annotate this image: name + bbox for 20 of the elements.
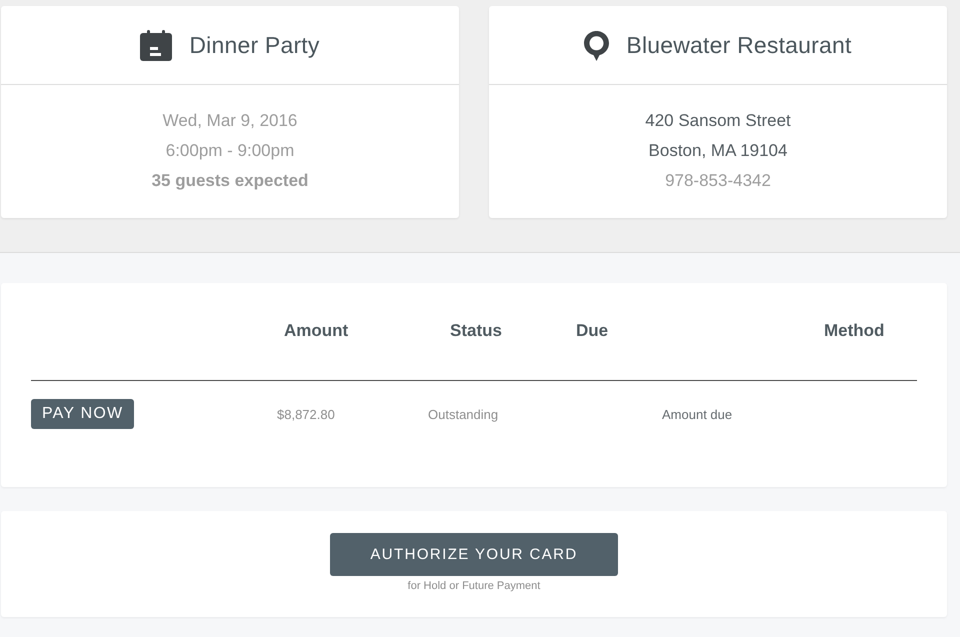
map-pin-icon <box>584 30 610 60</box>
calendar-icon <box>140 30 172 61</box>
card-detail-text: 35 guests expected <box>152 170 308 192</box>
card-detail-text: Boston, MA 19104 <box>648 140 788 162</box>
card-detail-text: Wed, Mar 9, 2016 <box>162 110 298 132</box>
card-detail-text: 420 Sansom Street <box>645 110 791 132</box>
card-title: Bluewater Restaurant <box>626 32 852 59</box>
card-detail-text: 978-853-4342 <box>665 170 771 192</box>
card-detail-text: 6:00pm - 9:00pm <box>166 140 294 162</box>
status-cell: Outstanding <box>428 406 498 422</box>
column-header: Status <box>450 321 502 342</box>
column-header: Amount <box>284 321 348 342</box>
due-cell: Amount due <box>662 406 732 422</box>
column-header: Due <box>576 321 608 342</box>
authorize-card-button[interactable]: AUTHORIZE YOUR CARD <box>330 533 618 576</box>
pay-now-button[interactable]: PAY NOW <box>31 399 134 429</box>
authorize-caption: for Hold or Future Payment <box>408 579 540 593</box>
card-title: Dinner Party <box>189 32 320 59</box>
amount-cell: $8,872.80 <box>277 406 335 422</box>
column-header: Method <box>824 321 884 342</box>
